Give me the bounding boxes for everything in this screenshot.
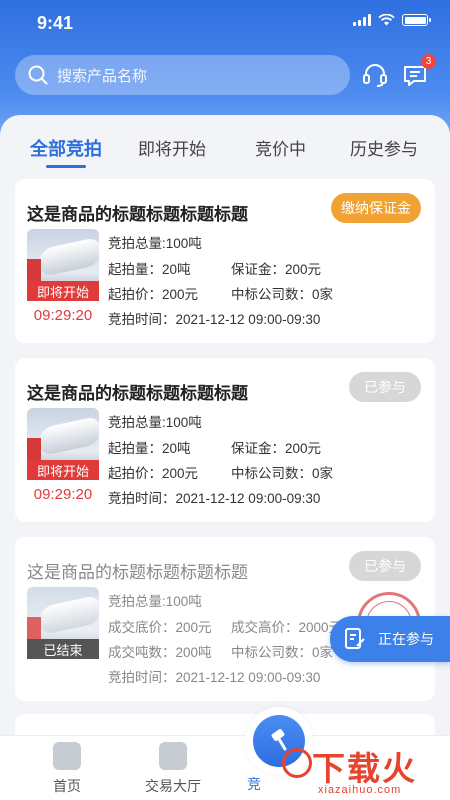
total-quantity: 竞拍总量:100吨: [108, 594, 202, 609]
nav-trading-hall[interactable]: 交易大厅: [128, 742, 218, 796]
message-badge: 3: [421, 54, 436, 69]
card-title: 这是商品的标题标题标题标题: [27, 563, 248, 582]
auction-time: 竞拍时间：2021-12-12 09:00-09:30: [108, 491, 321, 506]
exchange-icon: [159, 742, 187, 770]
search-input[interactable]: 搜索产品名称: [15, 55, 350, 95]
signal-icon: [353, 14, 371, 26]
nav-trade-label: 交易大厅: [145, 778, 201, 794]
search-placeholder: 搜索产品名称: [57, 67, 148, 85]
status-label: 已结束: [27, 639, 99, 659]
content-panel: 全部竞拍 即将开始 竞价中 历史参与 这是商品的标题标题标题标题 缴纳保证金 即…: [0, 115, 450, 800]
auction-card[interactable]: 这是商品的标题标题标题标题 缴纳保证金 即将开始 09:29:20 竞拍总量:1…: [15, 179, 435, 343]
total-quantity: 竞拍总量:100吨: [108, 415, 202, 430]
auction-time: 竞拍时间：2021-12-12 09:00-09:30: [108, 670, 321, 685]
search-icon: [28, 65, 48, 85]
tab-all-auctions[interactable]: 全部竞拍: [30, 135, 102, 161]
final-low-price: 成交底价：200元: [108, 620, 212, 635]
joined-status-button: 已参与: [349, 372, 421, 402]
document-edit-icon: [345, 628, 365, 649]
tab-bidding[interactable]: 竞价中: [255, 135, 306, 160]
battery-icon: [402, 14, 431, 26]
status-icons: [353, 14, 431, 26]
auction-time: 竞拍时间：2021-12-12 09:00-09:30: [108, 312, 321, 327]
customer-service-button[interactable]: [360, 60, 390, 90]
countdown: 09:29:20: [33, 307, 93, 324]
status-bar: 9:41: [0, 0, 450, 44]
nav-home-label: 首页: [53, 778, 81, 794]
watermark-text: 下载火: [312, 750, 417, 787]
watermark-logo: 下载火 xiazaihuo.com: [282, 738, 450, 800]
deposit: 保证金：200元: [231, 441, 322, 456]
tab-history[interactable]: 历史参与: [350, 135, 418, 160]
start-quantity: 起拍量：20吨: [108, 262, 191, 277]
card-title: 这是商品的标题标题标题标题: [27, 384, 248, 403]
total-quantity: 竞拍总量:100吨: [108, 236, 202, 251]
tab-upcoming[interactable]: 即将开始: [138, 135, 206, 160]
status-label: 即将开始: [27, 281, 99, 301]
winning-companies: 中标公司数：0家: [231, 645, 334, 660]
status-time: 9:41: [37, 13, 74, 33]
message-button[interactable]: 3: [400, 54, 436, 90]
pay-deposit-button[interactable]: 缴纳保证金: [331, 193, 421, 223]
headset-icon: [363, 64, 387, 87]
final-quantity: 成交吨数：200吨: [108, 645, 212, 660]
joined-status-button: 已参与: [349, 551, 421, 581]
card-title: 这是商品的标题标题标题标题: [27, 205, 248, 224]
nav-auction-label: 竞: [247, 776, 261, 792]
download-icon: [282, 748, 312, 778]
start-price: 起拍价：200元: [108, 466, 199, 481]
participating-button[interactable]: 正在参与: [330, 616, 450, 662]
wifi-icon: [378, 14, 395, 26]
home-icon: [53, 742, 81, 770]
winning-companies: 中标公司数：0家: [231, 466, 334, 481]
start-price: 起拍价：200元: [108, 287, 199, 302]
nav-home[interactable]: 首页: [22, 742, 112, 796]
status-label: 即将开始: [27, 460, 99, 480]
final-high-price: 成交高价：2000元: [231, 620, 343, 635]
participating-label: 正在参与: [378, 631, 434, 647]
countdown: 09:29:20: [33, 486, 93, 503]
deposit: 保证金：200元: [231, 262, 322, 277]
winning-companies: 中标公司数：0家: [231, 287, 334, 302]
tab-active-indicator: [46, 165, 86, 168]
watermark-url: xiazaihuo.com: [318, 784, 402, 796]
auction-card[interactable]: 这是商品的标题标题标题标题 已参与 即将开始 09:29:20 竞拍总量:100…: [15, 358, 435, 522]
start-quantity: 起拍量：20吨: [108, 441, 191, 456]
tab-bar: 全部竞拍 即将开始 竞价中 历史参与: [0, 115, 450, 175]
